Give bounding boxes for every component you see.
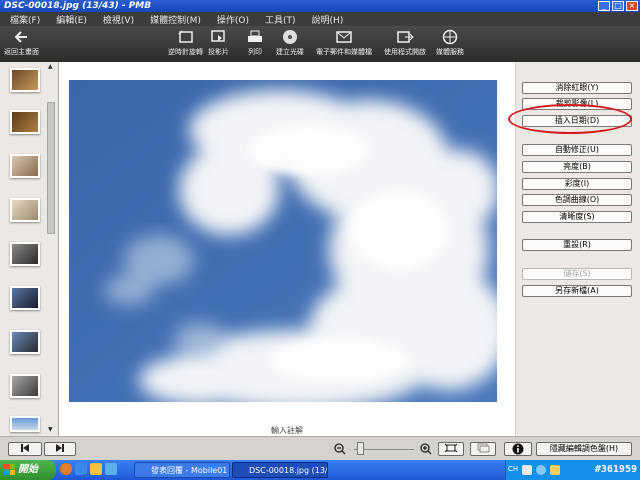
thumbnail[interactable] xyxy=(10,198,40,222)
thumbnail-strip: ▲ ▼ xyxy=(0,62,59,436)
full-screen-button[interactable] xyxy=(470,442,496,456)
tone-curve-button[interactable]: 色調曲線(O) xyxy=(522,194,632,206)
thumbnail[interactable] xyxy=(10,154,40,178)
toolbar: 返回主畫面 逆時針旋轉 投影片 列印 建立光碟 電子郵件和媒體檔 使用程式開啟 … xyxy=(0,26,640,62)
rotate-label: 逆時針旋轉 xyxy=(168,48,203,56)
open-with-icon xyxy=(397,31,414,43)
burn-label: 建立光碟 xyxy=(276,48,304,56)
burn-disc-button[interactable]: 建立光碟 xyxy=(276,29,304,57)
folder-icon[interactable] xyxy=(90,463,102,475)
tray-icon[interactable] xyxy=(522,465,532,475)
cloud-image xyxy=(69,80,497,402)
zoom-out-icon[interactable] xyxy=(334,443,346,455)
slideshow-icon xyxy=(210,30,225,42)
thumbnail[interactable] xyxy=(10,374,40,398)
menu-tools[interactable]: 工具(T) xyxy=(265,13,296,26)
task-pmb[interactable]: DSC-00018.jpg (13/4... xyxy=(232,462,328,478)
tray-icon[interactable] xyxy=(550,465,560,475)
email-label: 電子郵件和媒體檔 xyxy=(316,48,372,56)
back-arrow-icon xyxy=(14,31,27,43)
ie-icon[interactable] xyxy=(75,463,87,475)
save-button[interactable]: 儲存(S) xyxy=(522,268,632,280)
menu-help[interactable]: 說明(H) xyxy=(312,13,344,26)
envelope-icon xyxy=(336,31,352,43)
minimize-button[interactable]: _ xyxy=(598,1,610,11)
scroll-up-icon[interactable]: ▲ xyxy=(48,63,53,70)
system-tray: CH #361959 xyxy=(505,460,640,480)
menu-media[interactable]: 媒體控制(M) xyxy=(150,13,201,26)
menu-view[interactable]: 檢視(V) xyxy=(103,13,134,26)
back-to-main-button[interactable]: 返回主畫面 xyxy=(4,29,39,57)
print-button[interactable]: 列印 xyxy=(246,29,264,57)
hide-palette-button[interactable]: 隱藏編輯調色盤(H) xyxy=(536,442,632,456)
saturation-button[interactable]: 彩度(I) xyxy=(522,178,632,190)
input-method-indicator[interactable]: CH xyxy=(508,465,518,473)
windows-logo-icon xyxy=(4,464,15,475)
fit-to-window-button[interactable] xyxy=(438,442,464,456)
taskbar: 開始 發表回覆 - Mobile01 ... DSC-00018.jpg (13… xyxy=(0,460,640,480)
open-with-button[interactable]: 使用程式開啟 xyxy=(384,29,426,57)
window-title: DSC-00018.jpg (13/43) - PMB xyxy=(4,1,152,11)
thumbnail[interactable] xyxy=(10,286,40,310)
thumbnail[interactable] xyxy=(10,242,40,266)
maximize-button[interactable]: □ xyxy=(612,1,624,11)
watermark-text: #361959 xyxy=(594,464,637,475)
photo-sky-clouds xyxy=(69,80,497,402)
firefox-icon[interactable] xyxy=(60,463,72,475)
menu-operation[interactable]: 操作(O) xyxy=(217,13,249,26)
red-highlight-circle xyxy=(508,104,632,134)
task-browser[interactable]: 發表回覆 - Mobile01 ... xyxy=(134,462,230,478)
sharpness-button[interactable]: 清晰度(S) xyxy=(522,211,632,223)
thumbnail-selected[interactable] xyxy=(10,416,40,432)
print-label: 列印 xyxy=(248,48,262,56)
previous-icon xyxy=(21,444,29,452)
slideshow-label: 投影片 xyxy=(208,48,229,56)
open-with-label: 使用程式開啟 xyxy=(384,48,426,56)
menu-bar: 檔案(F) 編輯(E) 檢視(V) 媒體控制(M) 操作(O) 工具(T) 說明… xyxy=(0,12,640,26)
screen-icon xyxy=(477,443,490,453)
scrollbar-thumb[interactable] xyxy=(47,102,55,234)
next-icon xyxy=(56,444,64,452)
slideshow-button[interactable]: 投影片 xyxy=(208,29,229,57)
thumbnail[interactable] xyxy=(10,68,40,92)
close-button[interactable]: × xyxy=(626,1,638,11)
title-bar: DSC-00018.jpg (13/43) - PMB _ □ × xyxy=(0,0,640,12)
bottom-bar: 隱藏編輯調色盤(H) xyxy=(0,436,640,461)
prev-button[interactable] xyxy=(8,442,42,456)
redeye-button[interactable]: 消除紅眼(Y) xyxy=(522,82,632,94)
image-viewer: 輸入註解 xyxy=(59,62,515,436)
reset-button[interactable]: 重設(R) xyxy=(522,239,632,251)
info-icon xyxy=(512,443,524,455)
comment-field[interactable]: 輸入註解 xyxy=(59,425,515,436)
zoom-slider-knob[interactable] xyxy=(356,442,364,455)
info-button[interactable] xyxy=(504,442,532,456)
menu-edit[interactable]: 編輯(E) xyxy=(56,13,87,26)
start-label: 開始 xyxy=(18,464,38,475)
web-service-button[interactable]: 媒體服務 xyxy=(436,29,464,57)
thumbnail[interactable] xyxy=(10,110,40,134)
zoom-in-icon[interactable] xyxy=(420,443,432,455)
auto-correct-button[interactable]: 自動修正(U) xyxy=(522,144,632,156)
rotate-ccw-button[interactable]: 逆時針旋轉 xyxy=(168,29,203,57)
start-button[interactable]: 開始 xyxy=(0,460,56,480)
desktop-icon[interactable] xyxy=(105,463,117,475)
rotate-icon xyxy=(177,30,193,43)
email-button[interactable]: 電子郵件和媒體檔 xyxy=(316,29,372,57)
brightness-button[interactable]: 亮度(B) xyxy=(522,161,632,173)
globe-icon xyxy=(442,29,458,45)
web-label: 媒體服務 xyxy=(436,48,464,56)
menu-file[interactable]: 檔案(F) xyxy=(10,13,40,26)
next-button[interactable] xyxy=(44,442,76,456)
scroll-down-icon[interactable]: ▼ xyxy=(48,426,53,433)
save-as-button[interactable]: 另存新檔(A) xyxy=(522,285,632,297)
disc-icon xyxy=(283,30,297,44)
quick-launch xyxy=(60,463,117,475)
tray-icon[interactable] xyxy=(536,465,546,475)
back-label: 返回主畫面 xyxy=(4,48,39,56)
thumbnail[interactable] xyxy=(10,330,40,354)
printer-icon xyxy=(248,30,262,42)
fit-window-icon xyxy=(444,443,458,453)
